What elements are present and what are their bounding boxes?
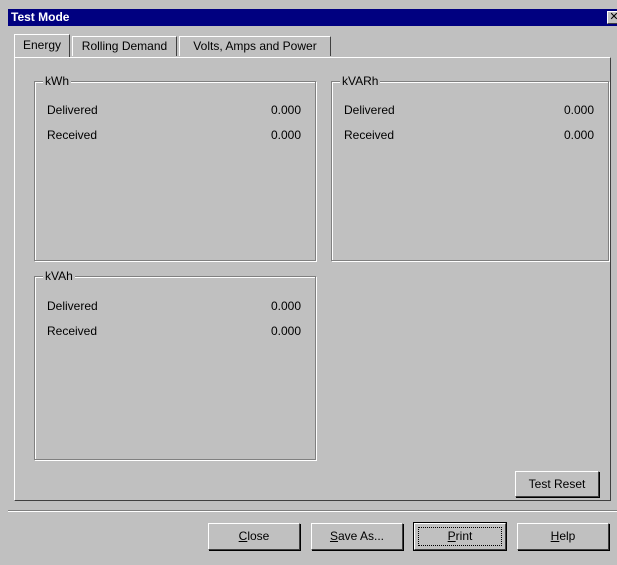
kvah-delivered-label: Delivered (47, 299, 98, 313)
close-button-label: lose (247, 529, 270, 543)
kvarh-delivered-row: Delivered 0.000 (344, 102, 594, 118)
kvarh-received-value: 0.000 (563, 128, 594, 142)
print-button-accelerator: P (447, 529, 456, 543)
save-as-button-label: ave As... (337, 529, 385, 543)
title-bar: Test Mode ✕ (8, 9, 617, 26)
tab-rolling-demand-label: Rolling Demand (81, 39, 168, 53)
dialog-separator (8, 510, 617, 512)
kvah-received-row: Received 0.000 (47, 323, 301, 339)
test-reset-button[interactable]: Test Reset (515, 471, 599, 497)
kvah-delivered-row: Delivered 0.000 (47, 298, 301, 314)
kwh-delivered-label: Delivered (47, 103, 98, 117)
tab-energy-label: Energy (22, 38, 62, 52)
kvarh-group-title: kVARh (340, 74, 381, 88)
kwh-received-value: 0.000 (270, 128, 301, 142)
kvarh-delivered-value: 0.000 (563, 103, 594, 117)
print-button[interactable]: Print (413, 522, 507, 551)
save-as-button[interactable]: Save As... (311, 523, 403, 550)
print-button-label: rint (455, 529, 473, 543)
kvah-delivered-value: 0.000 (270, 299, 301, 313)
help-button[interactable]: Help (517, 523, 609, 550)
kvarh-delivered-label: Delivered (344, 103, 395, 117)
kwh-received-label: Received (47, 128, 98, 142)
kvarh-received-row: Received 0.000 (344, 127, 594, 143)
kvah-received-value: 0.000 (270, 324, 301, 338)
energy-tab-panel: kWh Delivered 0.000 Received 0.000 kVARh… (14, 57, 611, 501)
test-reset-button-label: Test Reset (528, 477, 586, 491)
tab-volts-amps-power-label: Volts, Amps and Power (193, 39, 317, 53)
kvah-received-label: Received (47, 324, 98, 338)
kwh-delivered-row: Delivered 0.000 (47, 102, 301, 118)
kvarh-group: kVARh Delivered 0.000 Received 0.000 (331, 74, 609, 261)
tab-volts-amps-power[interactable]: Volts, Amps and Power (179, 36, 331, 56)
kvah-group-title: kVAh (43, 269, 75, 283)
save-as-button-accelerator: S (329, 529, 338, 543)
kvah-group: kVAh Delivered 0.000 Received 0.000 (34, 269, 316, 460)
kwh-group-title: kWh (43, 74, 71, 88)
kwh-delivered-value: 0.000 (270, 103, 301, 117)
help-button-label: elp (559, 529, 576, 543)
kvarh-received-label: Received (344, 128, 395, 142)
close-window-icon[interactable]: ✕ (607, 11, 617, 24)
window-title: Test Mode (11, 10, 70, 24)
kwh-group: kWh Delivered 0.000 Received 0.000 (34, 74, 316, 261)
close-button[interactable]: Close (208, 523, 300, 550)
kwh-received-row: Received 0.000 (47, 127, 301, 143)
tab-rolling-demand[interactable]: Rolling Demand (72, 36, 177, 56)
test-mode-dialog: Test Mode ✕ Energy Rolling Demand Volts,… (0, 0, 617, 565)
tab-energy[interactable]: Energy (14, 34, 70, 57)
